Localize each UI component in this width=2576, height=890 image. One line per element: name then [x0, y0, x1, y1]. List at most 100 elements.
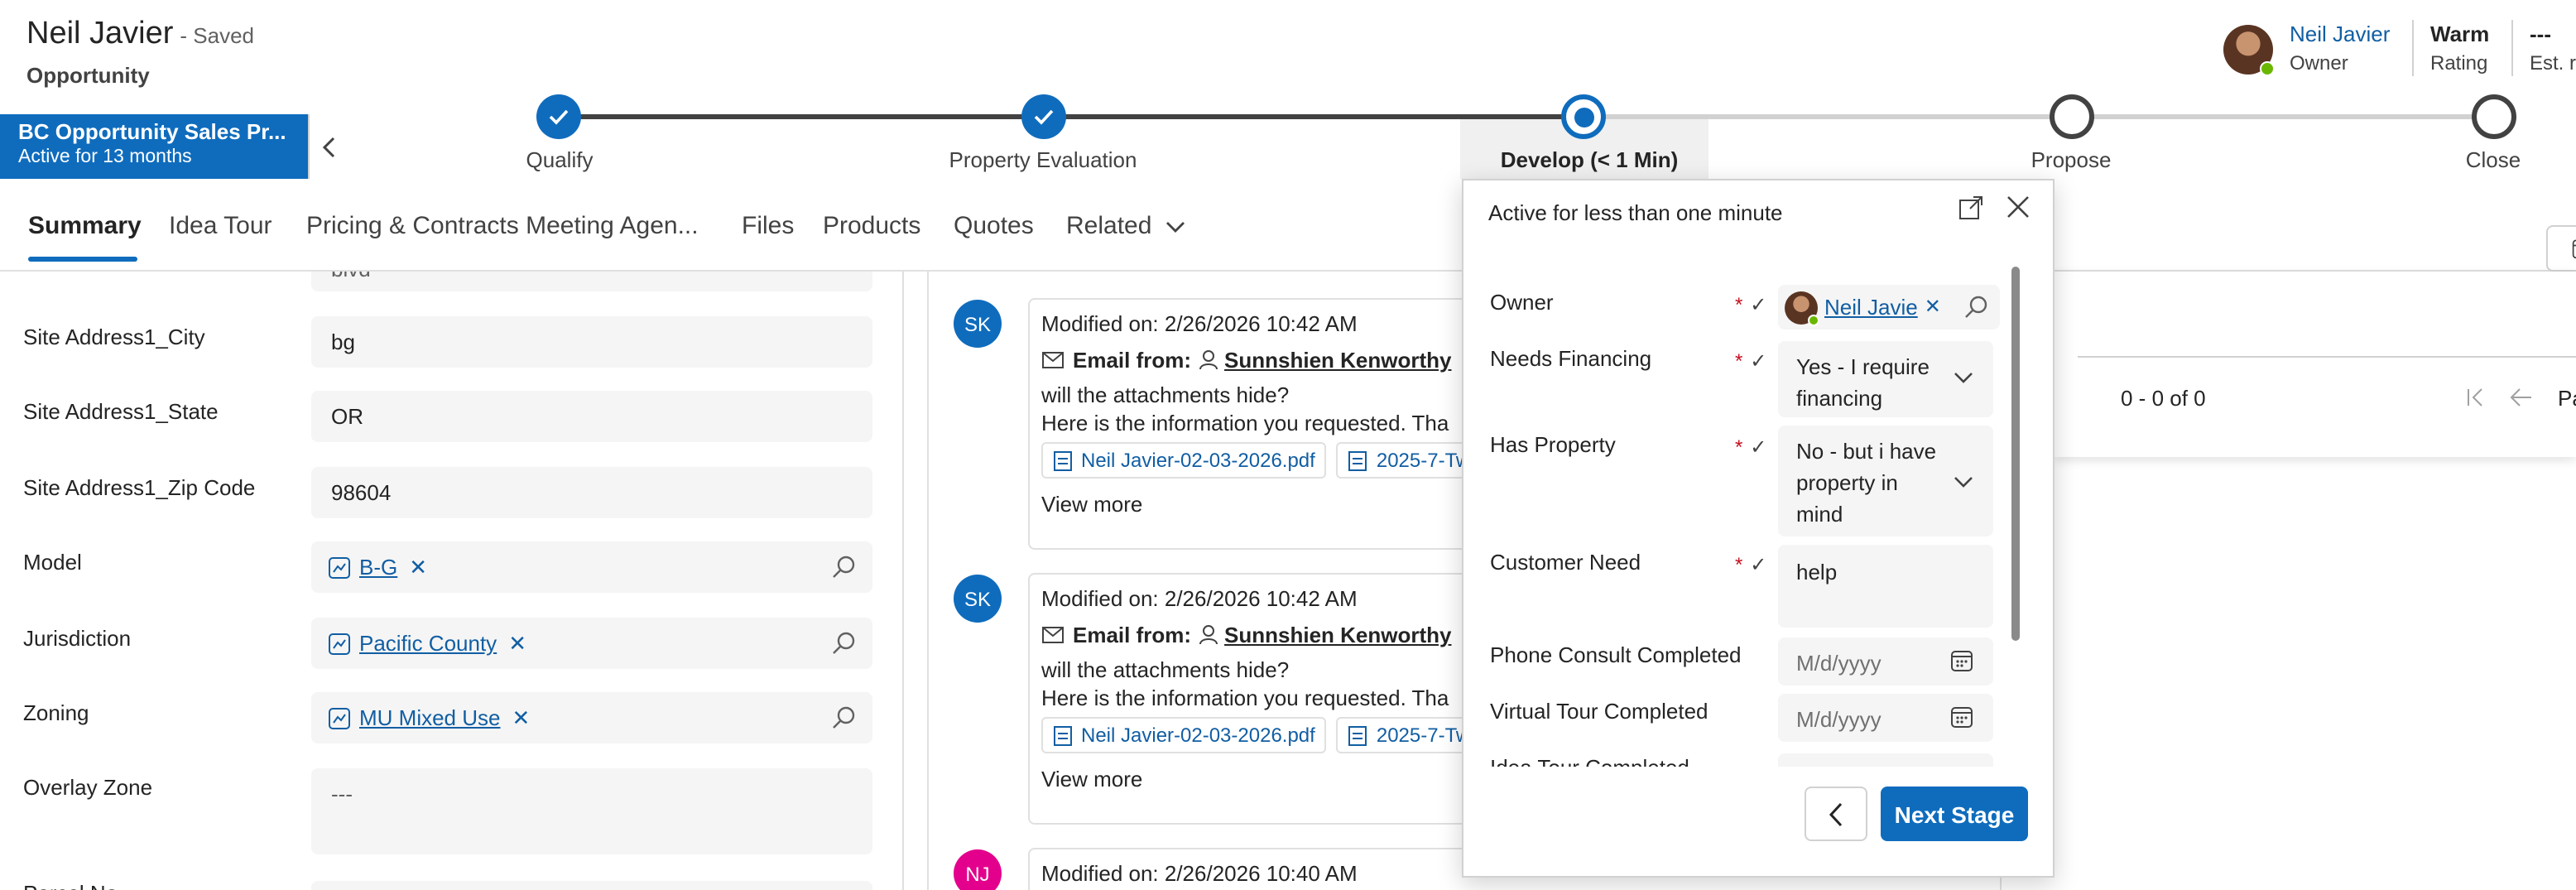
process-active-duration: Active for 13 months — [18, 147, 192, 167]
calendar-icon[interactable] — [1950, 649, 1973, 672]
zoning-link[interactable]: MU Mixed Use — [359, 705, 501, 730]
jurisdiction-link[interactable]: Pacific County — [359, 631, 497, 656]
virtual-tour-placeholder: M/d/yyyy — [1796, 707, 1882, 732]
modified-date: Modified on: 2/26/2026 10:42 AM — [1041, 586, 1358, 611]
progress-line-remaining — [1584, 114, 2495, 119]
sender-link[interactable]: Sunnshien Kenworthy — [1224, 348, 1451, 373]
attachment[interactable]: Neil Javier-02-03-2026.pdf — [1041, 717, 1327, 753]
first-page-icon[interactable] — [2465, 386, 2488, 409]
save-status: - Saved — [180, 23, 255, 48]
next-stage-button[interactable]: Next Stage — [1881, 787, 2028, 841]
phone-consult-label: Phone Consult Completed — [1490, 642, 1742, 667]
avatar[interactable]: SK — [954, 575, 1002, 623]
view-more-link[interactable]: View more — [1041, 492, 1511, 517]
timeline-entry[interactable]: Modified on: 2/26/2026 10:42 AM Email fr… — [1028, 573, 1525, 825]
collapse-process-button[interactable] — [308, 114, 348, 179]
remove-icon[interactable]: ✕ — [1925, 291, 1941, 323]
scrollbar[interactable] — [2011, 267, 2020, 641]
chevron-left-icon — [1829, 801, 1843, 826]
email-body: Here is the information you requested. T… — [1041, 411, 1449, 435]
owner-lookup[interactable]: Neil Javie ✕ — [1778, 285, 2000, 330]
model-link[interactable]: B-G — [359, 555, 397, 580]
tab-idea-tour[interactable]: Idea Tour — [169, 212, 272, 240]
chevron-left-icon — [321, 136, 334, 157]
idea-tour-date[interactable] — [1778, 753, 1993, 767]
owner-avatar[interactable] — [2223, 25, 2275, 76]
stage-develop-dot[interactable] — [1561, 94, 1606, 139]
stage-develop-label[interactable]: Develop (< 1 Min) — [1501, 147, 1679, 172]
tab-summary[interactable]: Summary — [28, 212, 142, 240]
selected-tab-indicator — [28, 257, 137, 262]
checkmark-icon — [1034, 109, 1054, 125]
person-icon — [1199, 350, 1218, 370]
view-more-link[interactable]: View more — [1041, 767, 1511, 791]
tab-quotes[interactable]: Quotes — [954, 212, 1034, 240]
tab-files[interactable]: Files — [742, 212, 794, 240]
remove-icon[interactable]: ✕ — [508, 630, 526, 657]
sender-link[interactable]: Sunnshien Kenworthy — [1224, 623, 1451, 647]
customer-need-input[interactable]: help — [1778, 545, 1993, 628]
stage-qualify-label[interactable]: Qualify — [526, 147, 594, 172]
phone-consult-placeholder: M/d/yyyy — [1796, 651, 1882, 676]
owner-link[interactable]: Neil Javier — [2290, 22, 2390, 46]
needs-financing-select[interactable]: Yes - I require financing — [1778, 341, 1993, 417]
avatar[interactable]: SK — [954, 300, 1002, 348]
attachment-name: Neil Javier-02-03-2026.pdf — [1081, 724, 1315, 747]
has-property-select[interactable]: No - but i have property in mind — [1778, 426, 1993, 536]
search-icon[interactable] — [1964, 295, 1989, 320]
timeline-entry[interactable]: Modified on: 2/26/2026 10:42 AM Email fr… — [1028, 298, 1525, 550]
zoning-lookup[interactable]: MU Mixed Use ✕ — [311, 692, 872, 743]
stage-propose-dot[interactable] — [2050, 94, 2094, 139]
pop-out-icon[interactable] — [1958, 195, 1983, 220]
process-name-button[interactable]: BC Opportunity Sales Pr... Active for 13… — [0, 114, 308, 179]
file-icon — [1054, 450, 1072, 470]
tab-products[interactable]: Products — [823, 212, 920, 240]
tab-pricing-contracts[interactable]: Pricing & Contracts Meeting Agen... — [306, 212, 699, 240]
site-city-input[interactable]: bg — [311, 316, 872, 368]
overlay-zone-input[interactable]: --- — [311, 768, 872, 854]
stage-qualify-dot[interactable] — [536, 94, 581, 139]
attachment[interactable]: Neil Javier-02-03-2026.pdf — [1041, 442, 1327, 479]
stage-close-dot[interactable] — [2472, 94, 2516, 139]
person-icon — [1199, 625, 1218, 645]
search-icon[interactable] — [831, 555, 856, 580]
header-divider — [2412, 20, 2414, 76]
virtual-tour-date[interactable]: M/d/yyyy — [1778, 694, 1993, 742]
phone-consult-date[interactable]: M/d/yyyy — [1778, 637, 1993, 686]
calendar-icon[interactable] — [1950, 705, 1973, 729]
site-zip-input[interactable]: 98604 — [311, 467, 872, 518]
jurisdiction-lookup[interactable]: Pacific County ✕ — [311, 618, 872, 669]
subgrid-divider — [2078, 356, 2576, 358]
previous-stage-button[interactable] — [1805, 787, 1867, 841]
previous-page-icon[interactable] — [2508, 386, 2535, 409]
stage-property-evaluation-dot[interactable] — [1021, 94, 1066, 139]
chevron-down-icon — [1954, 373, 1973, 383]
search-icon[interactable] — [831, 705, 856, 730]
calendar-add-button[interactable] — [2546, 225, 2576, 272]
required-indicator: * ✓ — [1735, 553, 1767, 576]
tab-related[interactable]: Related — [1066, 212, 1185, 240]
avatar[interactable]: NJ — [954, 849, 1002, 890]
parcel-no-input[interactable] — [311, 881, 872, 890]
customer-need-label: Customer Need — [1490, 550, 1641, 575]
site-city-label: Site Address1_City — [23, 325, 205, 349]
email-from-label: Email from: — [1073, 623, 1192, 647]
stage-active-duration: Active for less than one minute — [1488, 200, 1783, 225]
file-icon — [1054, 725, 1072, 745]
close-icon[interactable] — [2006, 195, 2030, 219]
owner-field-label: Owner — [1490, 290, 1554, 315]
search-icon[interactable] — [831, 631, 856, 656]
file-icon — [1348, 450, 1367, 470]
required-indicator: * ✓ — [1735, 293, 1767, 316]
stage-propose-label[interactable]: Propose — [2031, 147, 2112, 172]
remove-icon[interactable]: ✕ — [512, 705, 531, 731]
site-state-input[interactable]: OR — [311, 391, 872, 442]
model-lookup[interactable]: B-G ✕ — [311, 541, 872, 593]
owner-field-link[interactable]: Neil Javie — [1824, 291, 1918, 323]
presence-icon — [2260, 61, 2275, 76]
header-divider — [2511, 20, 2513, 76]
remove-icon[interactable]: ✕ — [409, 554, 427, 580]
email-subject: will the attachments hide? — [1041, 382, 1290, 407]
stage-property-evaluation-label[interactable]: Property Evaluation — [949, 147, 1137, 172]
stage-close-label[interactable]: Close — [2466, 147, 2521, 172]
